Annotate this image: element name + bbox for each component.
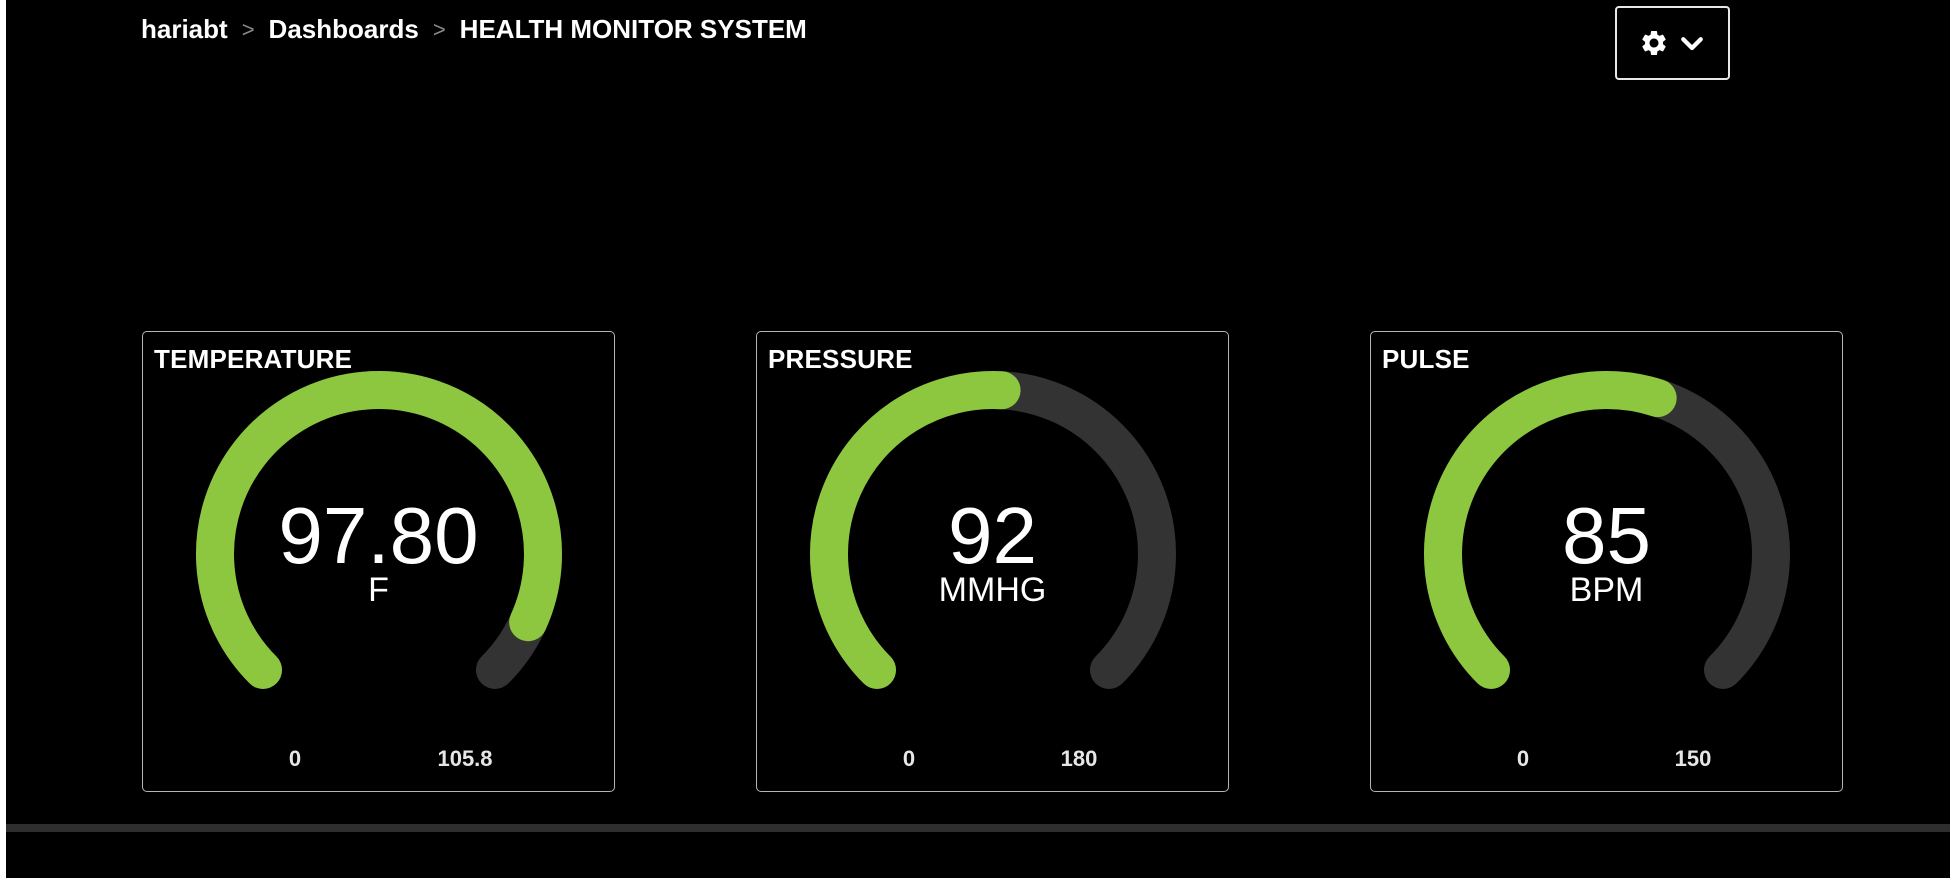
dashboard-screen: hariabt > Dashboards > HEALTH MONITOR SY… [6,0,1950,878]
chevron-down-icon [1680,37,1703,51]
gauge-max-label: 180 [1060,746,1098,771]
page-title: HEALTH MONITOR SYSTEM [459,14,807,44]
bottom-divider [6,824,1950,832]
gauge-min-label: 0 [902,746,916,771]
gauge-card-pulse: PULSE 85 BPM 0 150 [1370,331,1843,792]
gauge-max-label: 150 [1674,746,1712,771]
gauge-unit: MMHG [938,571,1047,609]
gauge-min-label: 0 [288,746,302,771]
gauge-value: 97.80 [278,491,479,580]
gauge-unit: F [368,571,389,609]
breadcrumb-separator: > [432,16,446,42]
gear-icon [1641,30,1666,55]
gauge-max-label: 105.8 [437,746,493,771]
gauge-value: 92 [948,491,1037,580]
breadcrumb-item-dashboards[interactable]: Dashboards [269,14,419,45]
settings-dropdown-button[interactable] [1615,6,1730,80]
breadcrumb-item-user[interactable]: hariabt [141,14,228,45]
gauge-min-label: 0 [1516,746,1530,771]
gauge-card-pressure: PRESSURE 92 MMHG 0 180 [756,331,1229,792]
gauge-value: 85 [1562,491,1651,580]
gauge-unit: BPM [1569,571,1644,609]
breadcrumb: hariabt > Dashboards > HEALTH MONITOR SY… [141,14,807,45]
breadcrumb-separator: > [241,16,255,42]
gauge-card-temperature: TEMPERATURE 97.80 F 0 105.8 [142,331,615,792]
